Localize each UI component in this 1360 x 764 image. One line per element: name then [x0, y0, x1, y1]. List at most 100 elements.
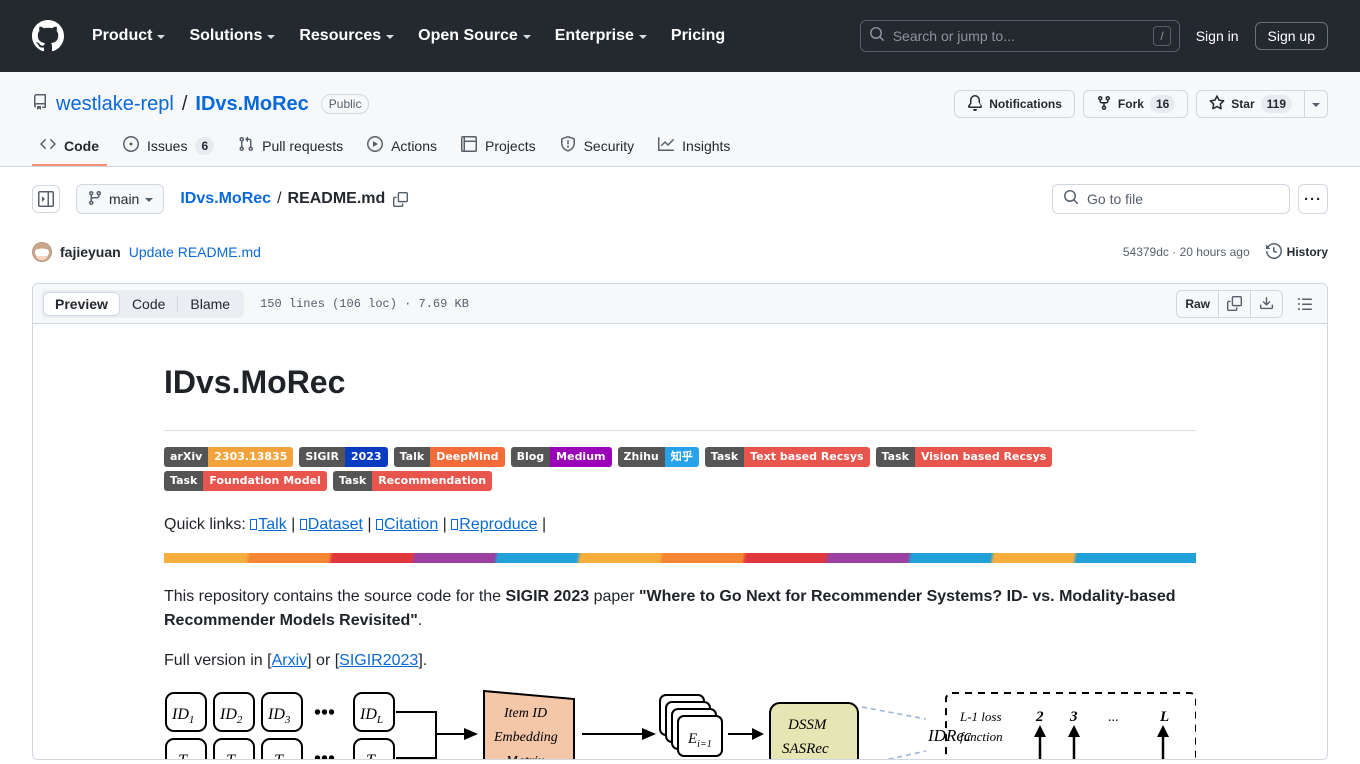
quick-links-line: Quick links: Talk | Dataset | Citation |… [164, 513, 1196, 537]
sigir2023-link[interactable]: SIGIR2023 [339, 652, 418, 669]
badge-task-text-based-recsys[interactable]: Task Text based Recsys [704, 447, 870, 467]
quick-link-reproduce[interactable]: Reproduce [451, 516, 538, 533]
badge-zhihu[interactable]: Zhihu 知乎 [617, 447, 699, 467]
badge-arxiv[interactable]: arXiv 2303.13835 [164, 447, 294, 467]
search-shortcut-key: / [1153, 26, 1171, 46]
view-blame-button[interactable]: Blame [178, 292, 242, 316]
go-to-file-input[interactable]: Go to file [1052, 184, 1290, 214]
breadcrumb-repo-link[interactable]: IDvs.MoRec [180, 190, 271, 208]
kebab-horizontal-icon[interactable]: ··· [1298, 184, 1328, 214]
view-code-button[interactable]: Code [120, 292, 177, 316]
diagram-t-3: T [274, 752, 284, 759]
repo-visibility-badge: Public [320, 94, 370, 114]
badge-task-recommendation[interactable]: Task Recommendation [332, 471, 493, 491]
badge-label: Task [164, 471, 204, 491]
readme-rendered-content: IDvs.MoRec arXiv 2303.13835 SIGIR 2023 T… [33, 324, 1327, 759]
diagram-t-L: T [366, 752, 376, 759]
paragraph-text: ] or [ [307, 652, 340, 669]
history-label: History [1286, 245, 1328, 259]
diagram-num-ellipsis: ... [1108, 710, 1119, 725]
file-nav-right: Go to file ··· [1052, 184, 1328, 214]
nav-item-product[interactable]: Product [80, 21, 177, 51]
nav-item-pricing[interactable]: Pricing [659, 21, 737, 51]
raw-button[interactable]: Raw [1177, 290, 1219, 317]
repo-name-link[interactable]: IDvs.MoRec [195, 93, 308, 116]
diagram-arrow-up-L [1157, 725, 1169, 737]
raw-actions-group: Raw [1176, 289, 1283, 318]
arxiv-link[interactable]: Arxiv [272, 652, 308, 669]
copy-path-icon[interactable] [393, 191, 409, 207]
diagram-arrow-2 [642, 728, 656, 740]
search-icon [869, 26, 885, 47]
code-icon [40, 136, 56, 155]
avatar[interactable] [32, 242, 52, 262]
nav-item-open-source[interactable]: Open Source [406, 21, 543, 51]
tab-code[interactable]: Code [32, 128, 107, 166]
sidebar-expand-icon[interactable] [32, 185, 60, 213]
badge-label: Talk [393, 447, 431, 467]
diagram-arrow-up-2 [1034, 725, 1046, 737]
search-input[interactable]: Search or jump to... / [859, 20, 1180, 52]
nav-item-enterprise[interactable]: Enterprise [543, 21, 659, 51]
commit-message[interactable]: Update README.md [129, 244, 261, 260]
badge-sigir[interactable]: SIGIR 2023 [299, 447, 388, 467]
quick-link-label: Talk [258, 516, 287, 533]
chevron-down-icon [386, 35, 395, 39]
diagram-t-1: T [178, 752, 188, 759]
star-button-group: Star 119 [1196, 90, 1328, 118]
star-dropdown-button[interactable] [1305, 90, 1328, 118]
fork-count: 16 [1149, 95, 1176, 113]
paragraph-text: ]. [418, 652, 428, 669]
readme-paragraph-1: This repository contains the source code… [164, 585, 1196, 633]
diagram-right-panel [945, 692, 1196, 759]
tab-pull-requests[interactable]: Pull requests [230, 128, 351, 166]
fork-button[interactable]: Fork 16 [1082, 90, 1189, 118]
commit-separator: · [1172, 245, 1177, 259]
global-nav: Product Solutions Resources Open Source … [80, 21, 737, 51]
badge-task-foundation-model[interactable]: Task Foundation Model [164, 471, 327, 491]
file-toolbar: Preview Code Blame 150 lines (106 loc) ·… [33, 284, 1327, 324]
sign-up-button[interactable]: Sign up [1254, 22, 1328, 50]
github-mark-icon[interactable] [32, 20, 64, 52]
quick-link-dataset[interactable]: Dataset [299, 516, 363, 533]
branch-selector-button[interactable]: main [76, 184, 165, 214]
view-preview-button[interactable]: Preview [43, 291, 120, 316]
chevron-down-icon [638, 35, 647, 39]
notifications-button[interactable]: Notifications [954, 90, 1075, 118]
search-placeholder: Search or jump to... [892, 28, 1015, 44]
commit-sha[interactable]: 54379dc [1123, 245, 1169, 259]
badge-list: arXiv 2303.13835 SIGIR 2023 Talk DeepMin… [164, 447, 1196, 491]
copy-raw-icon[interactable] [1219, 290, 1251, 317]
star-button[interactable]: Star 119 [1196, 90, 1305, 118]
download-icon[interactable] [1251, 291, 1282, 317]
commit-author[interactable]: fajieyuan [60, 244, 121, 260]
chevron-down-icon [145, 198, 154, 202]
commit-sha-and-time: 54379dc · 20 hours ago [1123, 245, 1250, 259]
quick-link-talk[interactable]: Talk [250, 516, 287, 533]
go-to-file-placeholder: Go to file [1087, 191, 1144, 207]
tab-security[interactable]: Security [552, 128, 643, 166]
history-button[interactable]: History [1265, 242, 1328, 262]
badge-label: Blog [510, 447, 551, 467]
nav-item-resources[interactable]: Resources [287, 21, 406, 51]
repo-owner-link[interactable]: westlake-repl [56, 93, 174, 116]
badge-label: Zhihu [617, 447, 665, 467]
diagram-t-2: T [226, 752, 236, 759]
tab-actions[interactable]: Actions [359, 128, 445, 166]
emoji-placeholder-icon [250, 519, 258, 530]
table-of-contents-icon[interactable] [1291, 291, 1319, 317]
badge-task-vision-based-recsys[interactable]: Task Vision based Recsys [875, 447, 1053, 467]
file-meta-info: 150 lines (106 loc) · 7.69 KB [260, 296, 469, 311]
tab-projects[interactable]: Projects [453, 128, 544, 166]
graph-icon [658, 136, 675, 155]
sign-in-button[interactable]: Sign in [1196, 28, 1239, 44]
badge-blog[interactable]: Blog Medium [510, 447, 612, 467]
badge-value: 知乎 [664, 447, 699, 467]
tab-issues[interactable]: Issues 6 [115, 128, 222, 166]
tab-insights[interactable]: Insights [650, 128, 738, 166]
quick-links-divider: | [367, 516, 372, 533]
quick-link-citation[interactable]: Citation [375, 516, 438, 533]
badge-talk[interactable]: Talk DeepMind [393, 447, 505, 467]
nav-item-solutions[interactable]: Solutions [177, 21, 287, 51]
emoji-placeholder-icon [375, 519, 383, 530]
